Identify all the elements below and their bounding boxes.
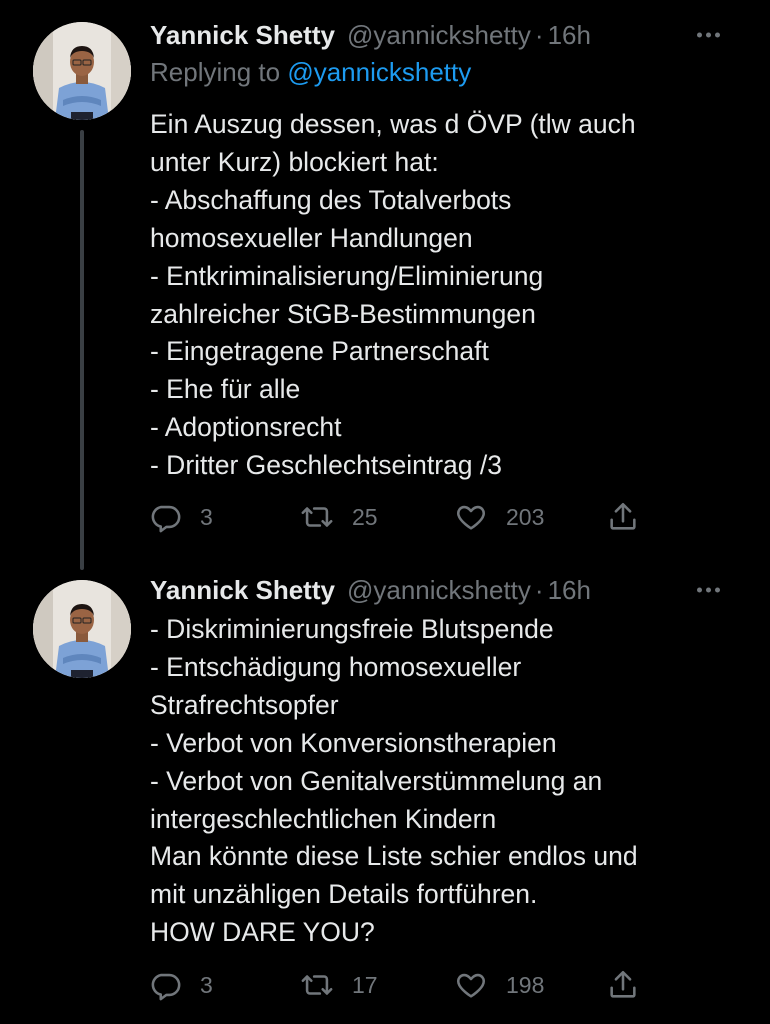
author-name[interactable]: Yannick Shetty: [150, 575, 335, 606]
share-icon: [610, 970, 636, 998]
reply-button[interactable]: 3: [148, 965, 213, 1005]
share-button[interactable]: [606, 497, 640, 537]
tweet-actions: 3 25 203: [148, 497, 668, 537]
avatar[interactable]: [33, 22, 131, 120]
retweet-button[interactable]: 17: [300, 965, 378, 1005]
separator: ·: [534, 574, 544, 605]
like-icon: [457, 505, 485, 530]
avatar[interactable]: [33, 580, 131, 678]
more-icon[interactable]: [697, 32, 720, 38]
tweet-header: Yannick Shetty @yannickshetty · 16h: [150, 573, 750, 607]
author-handle[interactable]: @yannickshetty: [347, 20, 531, 51]
retweet-icon: [301, 507, 333, 527]
replying-to: Replying to @yannickshetty: [150, 57, 471, 88]
like-count: 198: [506, 971, 545, 998]
separator: ·: [534, 19, 544, 50]
like-count: 203: [506, 503, 545, 530]
like-icon: [457, 973, 485, 998]
share-icon: [610, 502, 636, 530]
retweet-count: 25: [352, 503, 378, 530]
like-button[interactable]: 203: [454, 497, 544, 537]
reply-icon: [151, 973, 181, 1001]
timestamp[interactable]: 16h: [548, 575, 591, 606]
share-button[interactable]: [606, 965, 640, 1005]
tweet-header: Yannick Shetty @yannickshetty · 16h: [150, 18, 750, 52]
retweet-button[interactable]: 25: [300, 497, 378, 537]
reply-count: 3: [200, 503, 213, 530]
tweet-text: Ein Auszug dessen, was d ÖVP (tlw auch u…: [150, 109, 636, 481]
replying-to-label: Replying to: [150, 57, 281, 87]
author-name[interactable]: Yannick Shetty: [150, 20, 335, 51]
tweet[interactable]: Yannick Shetty @yannickshetty · 16h - Di…: [0, 560, 770, 1024]
reply-count: 3: [200, 971, 213, 998]
reply-icon: [151, 505, 181, 533]
reply-button[interactable]: 3: [148, 497, 213, 537]
retweet-icon: [301, 975, 333, 995]
more-icon[interactable]: [697, 587, 720, 593]
replying-to-handle-link[interactable]: @yannickshetty: [287, 57, 471, 87]
like-button[interactable]: 198: [454, 965, 544, 1005]
author-handle[interactable]: @yannickshetty: [347, 575, 531, 606]
thread-connector-line: [80, 130, 84, 570]
tweet[interactable]: Yannick Shetty @yannickshetty · 16h Repl…: [0, 0, 770, 570]
avatar-image: [33, 580, 131, 678]
avatar-image: [33, 22, 131, 120]
tweet-text: - Diskriminierungsfreie Blutspende - Ent…: [150, 614, 638, 948]
tweet-actions: 3 17 198: [148, 965, 668, 1005]
retweet-count: 17: [352, 971, 378, 998]
timestamp[interactable]: 16h: [548, 20, 591, 51]
